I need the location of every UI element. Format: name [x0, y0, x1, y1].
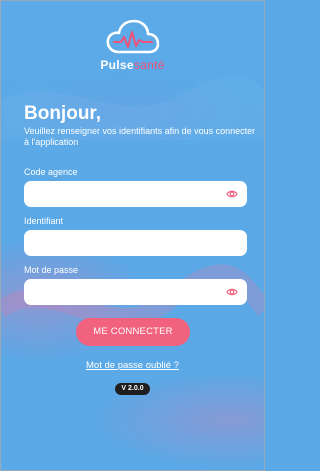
forgot-password-link[interactable]: Mot de passe oublié ?	[0, 360, 265, 371]
password-field[interactable]	[24, 279, 247, 305]
instructions-text: Veuillez renseigner vos identifiants afi…	[24, 126, 256, 147]
eye-icon[interactable]	[226, 189, 238, 199]
brand-name: Pulsesanté	[0, 58, 265, 72]
cloud-heartbeat-icon	[106, 19, 159, 54]
eye-icon[interactable]	[226, 287, 238, 297]
agency-code-field[interactable]	[24, 181, 247, 207]
password-label: Mot de passe	[24, 265, 79, 275]
login-button[interactable]: ME CONNECTER	[76, 318, 190, 346]
greeting-title: Bonjour,	[24, 103, 102, 124]
app-logo: Pulsesanté	[0, 18, 265, 72]
identifier-label: Identifiant	[24, 216, 64, 226]
identifier-field[interactable]	[24, 230, 247, 256]
version-badge: V 2.0.0	[115, 383, 150, 395]
brand-name-part1: Pulse	[100, 58, 134, 72]
brand-name-part2: santé	[133, 58, 165, 72]
agency-code-label: Code agence	[24, 167, 78, 177]
